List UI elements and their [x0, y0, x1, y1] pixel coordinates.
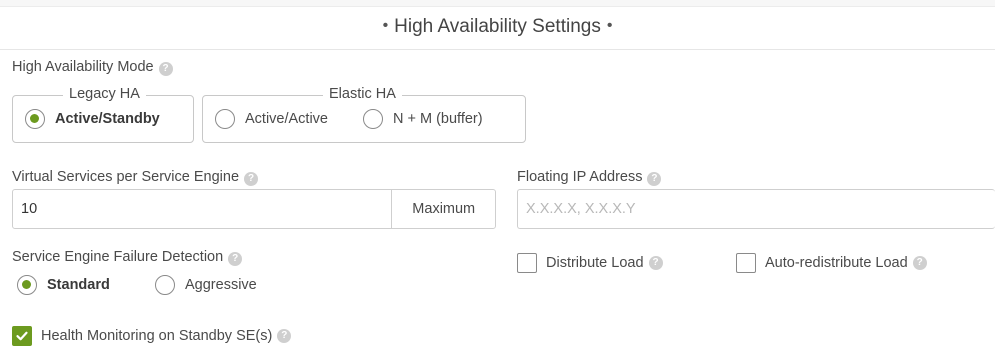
virtual-services-input[interactable] [13, 190, 392, 228]
radio-circle [17, 275, 37, 295]
checkbox-box [517, 253, 537, 273]
checkbox-label: Auto-redistribute Load [765, 255, 908, 271]
radio-label: N + M (buffer) [393, 111, 483, 127]
floating-ip-input[interactable] [518, 190, 995, 228]
virtual-services-input-group: Maximum [12, 189, 496, 229]
floating-ip-field [517, 189, 995, 229]
help-icon[interactable]: ? [228, 252, 243, 266]
title-bullet-right: • [606, 17, 613, 34]
help-icon[interactable]: ? [158, 62, 173, 76]
radio-label: Aggressive [185, 277, 257, 293]
help-icon[interactable]: ? [647, 172, 662, 186]
radio-circle [215, 109, 235, 129]
elastic-ha-legend: Elastic HA [323, 86, 402, 102]
maximum-addon: Maximum [391, 190, 495, 228]
checkbox-distribute-load[interactable]: Distribute Load? [517, 253, 663, 273]
radio-active-active[interactable]: Active/Active [215, 109, 328, 129]
checkbox-box [736, 253, 756, 273]
help-icon[interactable]: ? [277, 329, 292, 343]
elastic-ha-group: Elastic HA Active/Active N + M (buffer) [202, 86, 526, 143]
radio-label: Active/Active [245, 111, 328, 127]
radio-circle [363, 109, 383, 129]
section-title: • High Availability Settings • [0, 16, 995, 38]
radio-circle [25, 109, 45, 129]
ha-mode-label: High Availability Mode? [12, 59, 173, 76]
checkbox-label: Distribute Load [546, 255, 644, 271]
radio-circle [155, 275, 175, 295]
virtual-services-label: Virtual Services per Service Engine? [12, 169, 259, 186]
radio-label: Standard [47, 277, 110, 293]
checkbox-auto-redistribute[interactable]: Auto-redistribute Load? [736, 253, 927, 273]
floating-ip-label-text: Floating IP Address [517, 169, 643, 185]
checkmark-icon [16, 331, 28, 341]
radio-standard[interactable]: Standard [17, 275, 110, 295]
help-icon[interactable]: ? [648, 256, 663, 270]
help-icon[interactable]: ? [244, 172, 259, 186]
checkbox-health-monitoring[interactable]: Health Monitoring on Standby SE(s)? [12, 326, 292, 346]
title-bullet-left: • [382, 17, 389, 34]
ha-mode-label-text: High Availability Mode [12, 59, 154, 75]
legacy-ha-group: Legacy HA Active/Standby [12, 86, 194, 143]
radio-active-standby[interactable]: Active/Standby [25, 109, 160, 129]
help-icon[interactable]: ? [912, 256, 927, 270]
failure-detection-label-text: Service Engine Failure Detection [12, 249, 224, 265]
floating-ip-label: Floating IP Address? [517, 169, 662, 186]
legacy-ha-legend: Legacy HA [63, 86, 146, 102]
ha-settings-panel: • High Availability Settings • High Availa… [0, 0, 995, 351]
checkbox-label: Health Monitoring on Standby SE(s) [41, 328, 273, 344]
failure-detection-label: Service Engine Failure Detection? [12, 249, 243, 266]
section-header: • High Availability Settings • [0, 0, 995, 50]
radio-n-plus-m[interactable]: N + M (buffer) [363, 109, 483, 129]
virtual-services-label-text: Virtual Services per Service Engine [12, 169, 240, 185]
radio-label: Active/Standby [55, 111, 160, 127]
checkbox-box [12, 326, 32, 346]
section-title-text: High Availability Settings [394, 16, 601, 37]
radio-aggressive[interactable]: Aggressive [155, 275, 257, 295]
